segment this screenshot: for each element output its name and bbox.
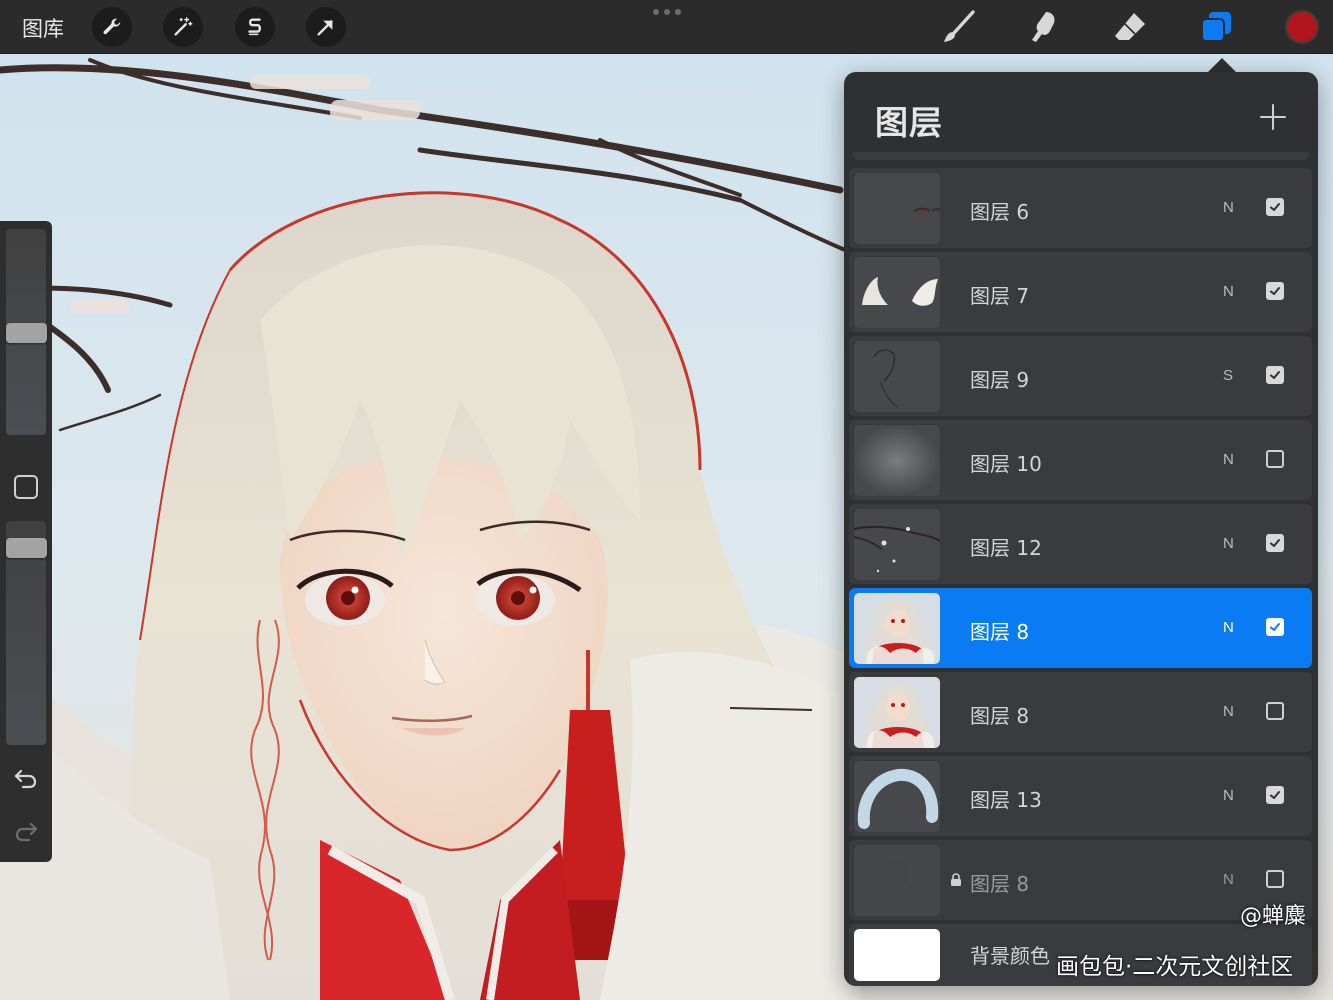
visibility-checkbox[interactable] [1266,198,1284,216]
visibility-checkbox[interactable] [1266,786,1284,804]
panel-title: 图层 [875,103,943,142]
layer-name: 背景颜色 [970,944,1050,968]
layer-thumbnail[interactable] [854,929,940,981]
layer-thumbnail[interactable] [854,845,940,916]
visibility-checkbox[interactable] [1266,618,1284,636]
watermark-author: @蝉麋 [1240,904,1307,929]
left-sidebar [0,221,52,862]
selection-s-icon[interactable] [235,7,275,47]
redo-icon[interactable] [13,818,39,844]
layers-panel: 图层 图层 6 N 图层 7 N 图层 9 S 图层 10 N 图层 12 N 图层 8 N 图层 8 N… [844,72,1318,986]
transform-arrow-icon[interactable] [306,7,346,47]
blend-mode-button[interactable]: S [1223,367,1233,384]
eraser-icon[interactable] [1111,8,1149,46]
visibility-checkbox[interactable] [1266,870,1284,888]
blend-mode-button[interactable]: N [1223,619,1234,636]
layer-row[interactable]: 图层 10 N [849,420,1312,500]
layer-name: 图层 8 [970,872,1030,896]
layer-row-partial [853,152,1309,160]
undo-icon[interactable] [13,765,39,791]
layer-row[interactable]: 图层 9 S [849,336,1312,416]
panel-pointer [1207,58,1237,73]
layer-thumbnail[interactable] [854,341,940,412]
layer-name: 图层 7 [970,284,1030,308]
layer-name: 图层 6 [970,200,1030,224]
layer-thumbnail[interactable] [854,425,940,496]
layer-row[interactable]: 图层 13 N [849,756,1312,836]
blend-mode-button[interactable]: N [1223,535,1234,552]
blend-mode-button[interactable]: N [1223,199,1234,216]
blend-mode-button[interactable]: N [1223,451,1234,468]
layer-thumbnail[interactable] [854,173,940,244]
smudge-icon[interactable] [1025,8,1063,46]
brush-icon[interactable] [939,8,977,46]
layer-name: 图层 13 [970,788,1042,812]
layer-row[interactable]: 图层 6 N [849,168,1312,248]
layer-thumbnail[interactable] [854,593,940,664]
layer-thumbnail[interactable] [854,761,940,832]
layer-thumbnail[interactable] [854,257,940,328]
lock-icon [950,872,962,891]
layer-thumbnail[interactable] [854,677,940,748]
layer-name: 图层 12 [970,536,1042,560]
layer-row[interactable]: 图层 8 N [849,588,1312,668]
color-swatch[interactable] [1285,10,1319,44]
brush-size-handle[interactable] [6,323,47,343]
watermark-site: 画包包·二次元文创社区 [1056,954,1294,980]
blend-mode-button[interactable]: N [1223,703,1234,720]
blend-mode-button[interactable]: N [1223,283,1234,300]
layer-name: 图层 10 [970,452,1042,476]
layer-row[interactable]: 图层 7 N [849,252,1312,332]
blend-mode-button[interactable]: N [1223,871,1234,888]
layer-thumbnail[interactable] [854,509,940,580]
visibility-checkbox[interactable] [1266,702,1284,720]
layer-name: 图层 8 [970,620,1030,644]
add-layer-button[interactable] [1258,102,1288,132]
magic-wand-icon[interactable] [163,7,203,47]
visibility-checkbox[interactable] [1266,366,1284,384]
opacity-handle[interactable] [6,538,47,558]
layer-row[interactable]: 图层 8 N [849,672,1312,752]
toolbar-grabber[interactable] [653,9,681,15]
visibility-checkbox[interactable] [1266,282,1284,300]
gallery-button[interactable]: 图库 [22,13,64,43]
visibility-checkbox[interactable] [1266,450,1284,468]
modify-button[interactable] [14,475,38,499]
visibility-checkbox[interactable] [1266,534,1284,552]
layer-name: 图层 8 [970,704,1030,728]
top-toolbar: 图库 [0,0,1333,54]
layer-name: 图层 9 [970,368,1030,392]
blend-mode-button[interactable]: N [1223,787,1234,804]
wrench-icon[interactable] [92,7,132,47]
layers-icon[interactable] [1197,8,1235,46]
layer-row[interactable]: 图层 12 N [849,504,1312,584]
